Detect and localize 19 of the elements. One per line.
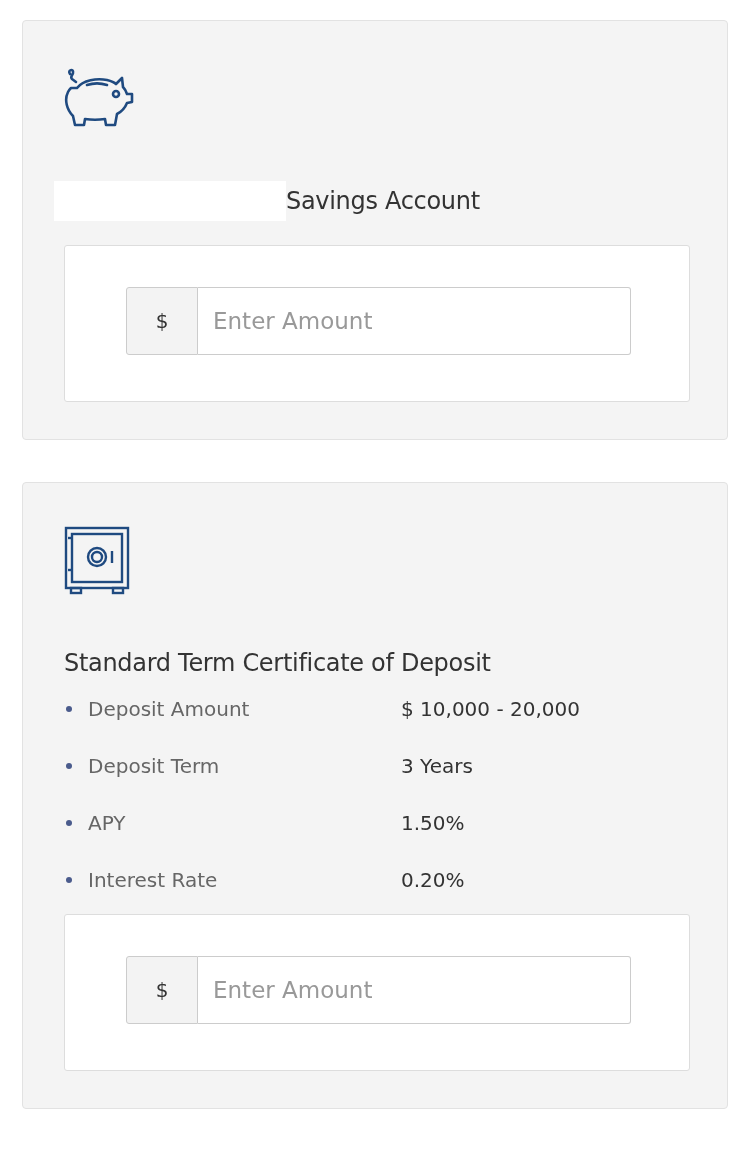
currency-addon: $ (126, 956, 198, 1024)
bullet-icon (66, 877, 72, 883)
bullet-icon (66, 820, 72, 826)
detail-value: $ 10,000 - 20,000 (401, 697, 580, 721)
detail-value: 3 Years (401, 754, 473, 778)
amount-field[interactable]: Enter Amount (198, 956, 631, 1024)
safe-icon (64, 526, 130, 596)
bullet-icon (66, 706, 72, 712)
detail-label: Interest Rate (88, 868, 219, 892)
bullet-icon (66, 763, 72, 769)
detail-value: 1.50% (401, 811, 465, 835)
account-title: Savings Account (286, 187, 480, 215)
detail-label: Deposit Term (88, 754, 221, 778)
detail-value: 0.20% (401, 868, 465, 892)
currency-addon: $ (126, 287, 198, 355)
detail-label: Deposit Amount (88, 697, 251, 721)
amount-field[interactable]: Enter Amount (198, 287, 631, 355)
account-title: Standard Term Certificate of Deposit (64, 649, 491, 677)
detail-label: APY (88, 811, 127, 835)
